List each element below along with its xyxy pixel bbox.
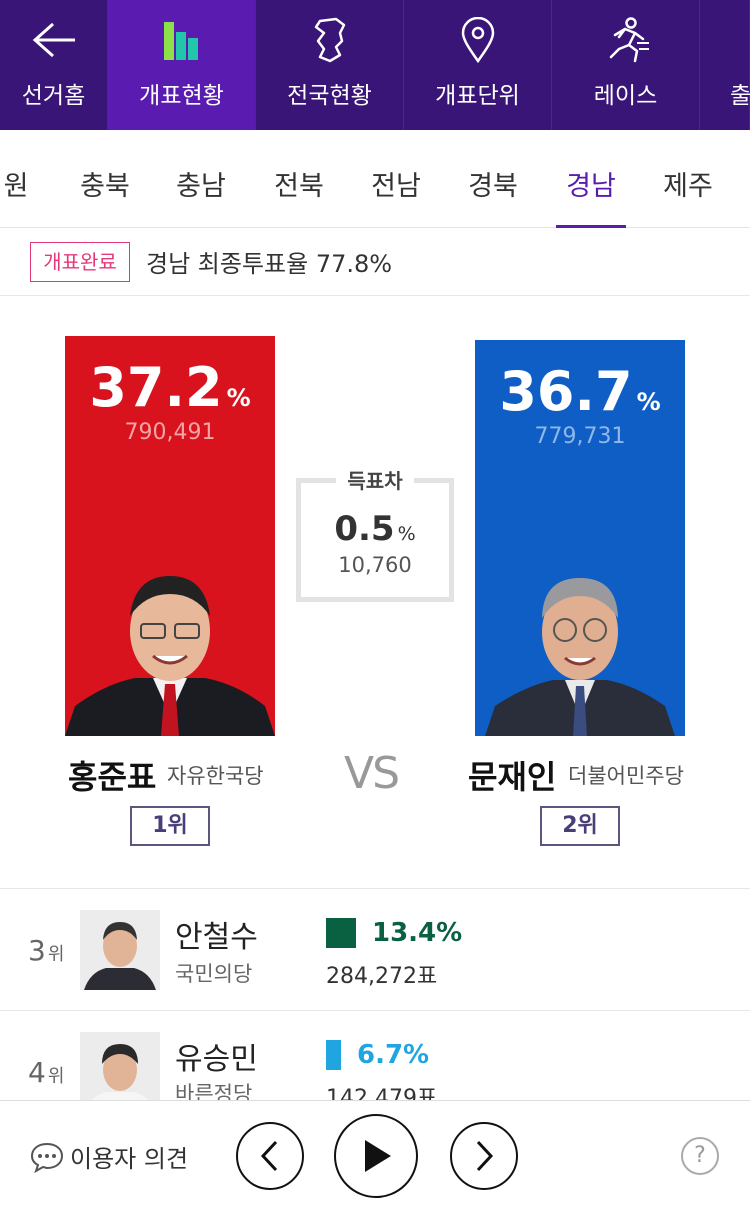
candidate-2-photo <box>485 578 675 736</box>
region-tab-chungnam[interactable]: 충남 <box>166 148 236 228</box>
region-tab-chungbuk[interactable]: 충북 <box>70 148 140 228</box>
nav-tab-counting-unit[interactable]: 개표단위 <box>404 0 552 130</box>
user-opinion-label: 이용자 의견 <box>70 1145 189 1173</box>
candidate-1-party: 자유한국당 <box>167 764 264 788</box>
nav-tab-national[interactable]: 전국현황 <box>256 0 404 130</box>
candidate-2-party: 더불어민주당 <box>568 764 684 788</box>
candidate-2-votes: 779,731 <box>534 424 626 449</box>
candidate-1-panel[interactable]: 37.2% 790,491 <box>65 336 275 736</box>
difference-votes: 10,760 <box>338 553 412 577</box>
difference-pct: 0.5% <box>334 509 416 549</box>
bar-chart-icon <box>162 14 202 66</box>
region-tab-gyeongnam[interactable]: 경남 <box>556 148 626 228</box>
turnout-text: 경남 최종투표율 77.8% <box>146 250 393 278</box>
difference-label: 득표차 <box>336 465 414 494</box>
candidate-1-pct: 37.2% <box>89 356 251 419</box>
list-item-pct: 13.4% <box>372 918 463 948</box>
list-item-bar <box>326 1040 341 1070</box>
runner-icon <box>601 14 651 66</box>
list-item-party: 국민의당 <box>175 962 253 986</box>
list-item-rank: 4위 <box>28 1056 65 1089</box>
region-tab-jeonbuk[interactable]: 전북 <box>264 148 334 228</box>
candidate-2-panel[interactable]: 36.7% 779,731 <box>475 340 685 736</box>
list-item-votes: 284,272표 <box>326 964 438 989</box>
back-label: 선거홈 <box>21 83 86 109</box>
region-tab-jeonnam[interactable]: 전남 <box>361 148 431 228</box>
divider <box>0 1010 750 1011</box>
vote-difference-box: 득표차 0.5% 10,760 <box>296 465 454 602</box>
back-arrow-icon <box>31 14 77 66</box>
region-tab-gangwon[interactable]: 원 <box>0 148 34 228</box>
candidate-3-photo <box>80 910 160 990</box>
chevron-right-icon <box>476 1140 494 1172</box>
play-button[interactable] <box>334 1114 418 1198</box>
nav-tab-partial[interactable]: 출 <box>700 0 750 130</box>
vs-label: VS <box>344 748 400 799</box>
list-item-name: 안철수 <box>175 920 258 955</box>
next-button[interactable] <box>450 1122 518 1190</box>
candidate-2-pct: 36.7% <box>499 360 661 423</box>
candidate-1-name: 홍준표 <box>68 758 157 796</box>
nav-tab-label: 개표단위 <box>435 83 520 109</box>
speech-bubble-icon <box>30 1141 64 1173</box>
nav-tab-counting-status[interactable]: 개표현황 <box>108 0 256 130</box>
top-nav: 선거홈 개표현황 전국현황 개표단위 레이스 출 <box>0 0 750 130</box>
nav-tab-label: 레이스 <box>593 83 658 109</box>
nav-tab-label: 출 <box>730 83 750 109</box>
previous-button[interactable] <box>236 1122 304 1190</box>
back-button[interactable]: 선거홈 <box>0 0 108 130</box>
candidate-2-rank: 2위 <box>540 806 620 846</box>
region-tabs: 원 충북 충남 전북 전남 경북 경남 제주 <box>0 148 750 228</box>
candidate-1-photo <box>65 576 275 736</box>
user-opinion-button[interactable]: 이용자 의견 <box>30 1139 188 1174</box>
list-item-bar <box>326 918 356 948</box>
korea-map-icon <box>310 14 350 66</box>
candidate-2-name: 문재인 <box>468 758 557 796</box>
nav-tab-label: 전국현황 <box>287 83 372 109</box>
candidate-1-votes: 790,491 <box>124 420 216 445</box>
divider <box>0 888 750 889</box>
help-button[interactable]: ? <box>681 1137 719 1175</box>
region-tab-jeju[interactable]: 제주 <box>653 148 723 228</box>
region-tab-gyeongbuk[interactable]: 경북 <box>458 148 528 228</box>
play-icon <box>365 1140 391 1172</box>
candidate-1-rank: 1위 <box>130 806 210 846</box>
list-item-pct: 6.7% <box>357 1040 430 1070</box>
chevron-left-icon <box>260 1140 278 1172</box>
nav-tab-race[interactable]: 레이스 <box>552 0 700 130</box>
nav-tab-label: 개표현황 <box>139 83 224 109</box>
list-item-name: 유승민 <box>175 1042 258 1077</box>
location-pin-icon <box>460 14 496 66</box>
list-item-rank: 3위 <box>28 934 65 967</box>
status-badge: 개표완료 <box>30 242 130 282</box>
status-row: 개표완료 경남 최종투표율 77.8% <box>0 228 750 296</box>
